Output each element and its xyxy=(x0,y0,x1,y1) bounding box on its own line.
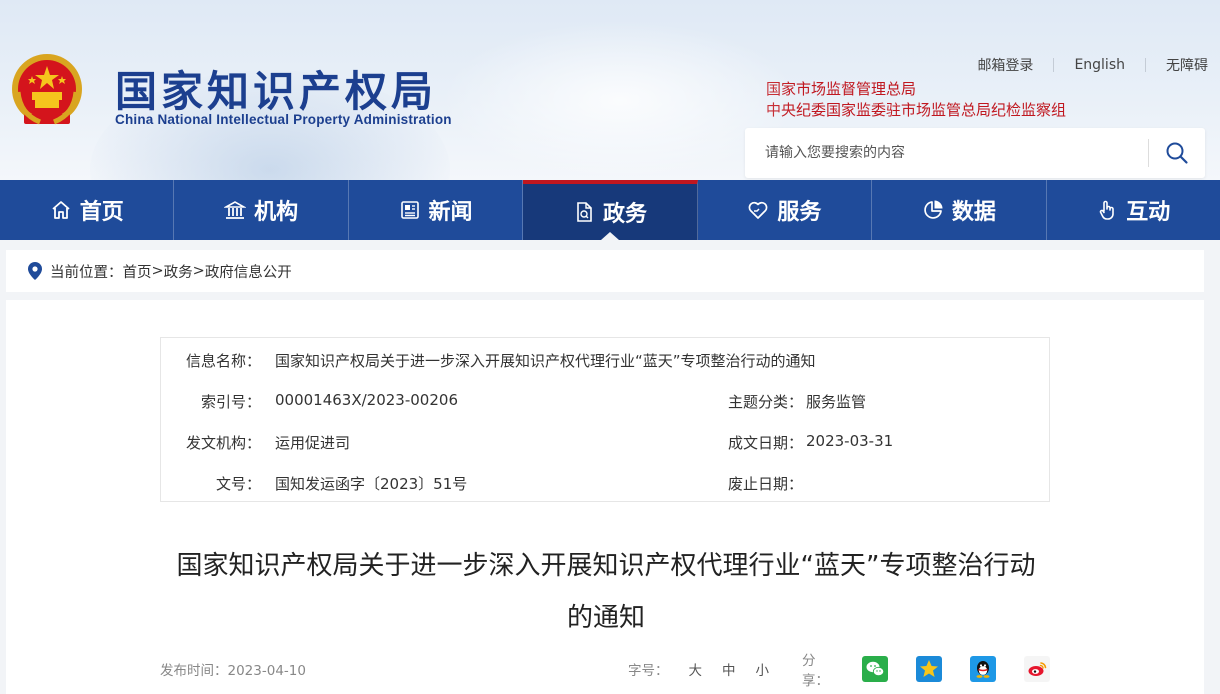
share-controls: 分享： xyxy=(802,649,1050,689)
nav-item-home[interactable]: 首页 xyxy=(0,180,175,240)
article-toolbar: 发布时间：2023-04-10 字号： 大 中 小 分享： xyxy=(160,653,1050,689)
search-box xyxy=(745,128,1205,178)
location-pin-icon xyxy=(28,262,42,280)
nav-item-service[interactable]: 服务 xyxy=(698,180,873,240)
document-meta-table: 信息名称： 国家知识产权局关于进一步深入开展知识产权代理行业“蓝天”专项整治行动… xyxy=(160,337,1050,502)
index-number-value: 00001463X/2023-00206 xyxy=(275,391,458,409)
issuing-agency-label: 发文机构： xyxy=(185,434,261,452)
font-size-label: 字号： xyxy=(628,663,669,679)
article-title-line: 国家知识产权局关于进一步深入开展知识产权代理行业“蓝天”专项整治行动 xyxy=(176,551,1036,581)
topic-category-value: 服务监管 xyxy=(806,393,867,411)
site-logo-title[interactable]: 国家知识产权局 xyxy=(115,58,437,119)
nav-item-label: 政务 xyxy=(602,202,647,227)
nav-item-label: 服务 xyxy=(777,200,822,225)
breadcrumb-gov-info-disclosure[interactable]: 政府信息公开 xyxy=(205,261,292,282)
nav-item-label: 机构 xyxy=(254,200,299,225)
nav-item-institution[interactable]: 机构 xyxy=(174,180,349,240)
home-icon xyxy=(50,199,72,221)
search-button[interactable] xyxy=(1149,128,1205,178)
search-input[interactable] xyxy=(745,128,1148,178)
search-icon xyxy=(1166,142,1188,164)
weibo-share-icon[interactable] xyxy=(1024,656,1050,682)
meta-row: 发文机构： 运用促进司 成文日期： 2023-03-31 xyxy=(161,432,1049,452)
english-link[interactable]: English xyxy=(1054,57,1145,73)
meta-row: 索引号： 00001463X/2023-00206 主题分类： 服务监管 xyxy=(161,391,1049,411)
main-nav: 首页 机构 新闻 政务 服务 数据 互动 xyxy=(0,180,1220,240)
font-size-small-button[interactable]: 小 xyxy=(756,659,770,679)
service-heart-icon xyxy=(747,199,769,221)
national-emblem-icon xyxy=(10,52,84,130)
publish-time: 发布时间：2023-04-10 xyxy=(160,663,306,679)
font-size-large-button[interactable]: 大 xyxy=(689,659,703,679)
pie-chart-icon xyxy=(922,199,944,221)
written-date-value: 2023-03-31 xyxy=(806,432,894,450)
nav-item-label: 首页 xyxy=(79,200,124,225)
site-header: 国家知识产权局 China National Intellectual Prop… xyxy=(0,0,1220,180)
accessibility-link[interactable]: 无障碍 xyxy=(1146,55,1210,75)
nav-item-label: 新闻 xyxy=(428,200,473,225)
topic-category-label: 主题分类： xyxy=(727,393,803,411)
font-size-medium-button[interactable]: 中 xyxy=(722,659,736,679)
info-name-value: 国家知识产权局关于进一步深入开展知识产权代理行业“蓝天”专项整治行动的通知 xyxy=(275,352,816,370)
breadcrumb-government-affairs[interactable]: 政务 xyxy=(164,261,193,282)
share-label: 分享： xyxy=(802,653,829,689)
breadcrumb-prefix: 当前位置： xyxy=(50,264,123,281)
institution-icon xyxy=(224,199,247,221)
top-links: 邮箱登录 English 无障碍 xyxy=(957,55,1210,75)
meta-row: 信息名称： 国家知识产权局关于进一步深入开展知识产权代理行业“蓝天”专项整治行动… xyxy=(161,350,1049,370)
font-size-controls: 字号： 大 中 小 xyxy=(628,659,769,679)
site-logo-subtitle: China National Intellectual Property Adm… xyxy=(115,112,452,127)
nav-item-label: 互动 xyxy=(1126,200,1171,225)
document-number-value: 国知发运函字〔2023〕51号 xyxy=(275,475,468,493)
breadcrumb-separator: > xyxy=(151,263,164,279)
written-date-label: 成文日期： xyxy=(727,434,803,452)
nav-item-interaction[interactable]: 互动 xyxy=(1047,180,1220,240)
nav-item-government-affairs[interactable]: 政务 xyxy=(523,180,698,240)
mail-login-link[interactable]: 邮箱登录 xyxy=(957,55,1053,75)
document-number-label: 文号： xyxy=(215,475,261,493)
wechat-share-icon[interactable] xyxy=(862,656,888,682)
agency-link-samr[interactable]: 国家市场监督管理总局 xyxy=(766,78,916,99)
breadcrumb: 当前位置： 首页 > 政务 > 政府信息公开 xyxy=(6,250,1204,292)
meta-row: 文号： 国知发运函字〔2023〕51号 废止日期： xyxy=(161,473,1049,493)
breadcrumb-separator: > xyxy=(192,263,205,279)
hand-pointer-icon xyxy=(1096,199,1118,221)
index-number-label: 索引号： xyxy=(200,393,261,411)
nav-item-data[interactable]: 数据 xyxy=(872,180,1047,240)
breadcrumb-home[interactable]: 首页 xyxy=(123,261,152,282)
news-icon xyxy=(399,199,421,221)
document-icon xyxy=(573,201,595,223)
article-container: 信息名称： 国家知识产权局关于进一步深入开展知识产权代理行业“蓝天”专项整治行动… xyxy=(6,300,1204,694)
expiry-date-label: 废止日期： xyxy=(727,475,803,493)
qzone-share-icon[interactable] xyxy=(916,656,942,682)
nav-item-news[interactable]: 新闻 xyxy=(349,180,524,240)
qq-share-icon[interactable] xyxy=(970,656,996,682)
article-title-line: 的通知 xyxy=(566,603,645,633)
article-title: 国家知识产权局关于进一步深入开展知识产权代理行业“蓝天”专项整治行动 的通知 xyxy=(106,540,1106,644)
issuing-agency-value: 运用促进司 xyxy=(275,434,351,452)
agency-link-discipline[interactable]: 中央纪委国家监委驻市场监管总局纪检监察组 xyxy=(766,99,1066,120)
nav-item-label: 数据 xyxy=(951,200,996,225)
info-name-label: 信息名称： xyxy=(185,352,261,370)
